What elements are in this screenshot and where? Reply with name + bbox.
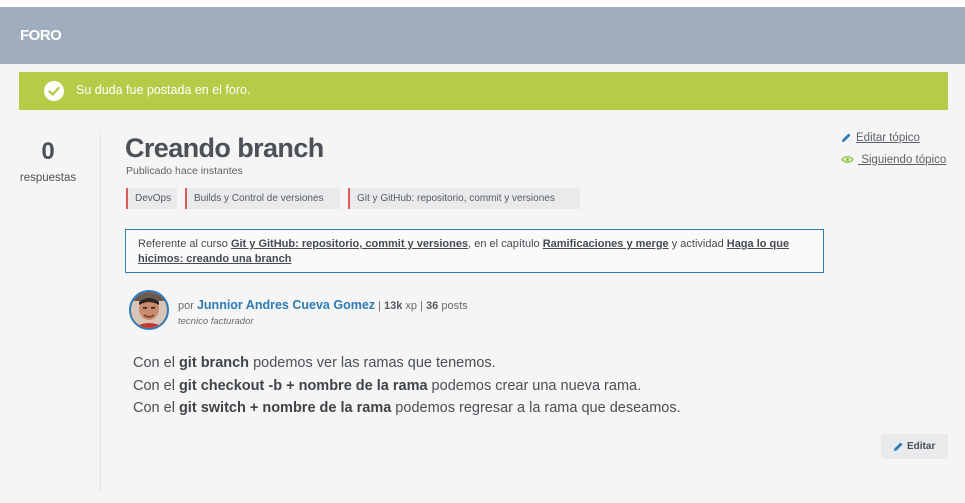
author-xp-unit: xp (402, 300, 418, 312)
text-segment: podemos crear una nueva rama. (427, 377, 642, 394)
author-role: tecnico facturador (178, 316, 254, 327)
pencil-icon (841, 133, 851, 143)
author-posts-value: 36 (426, 300, 439, 312)
chapter-link[interactable]: Ramificaciones y merge (543, 238, 669, 250)
topic-title: Creando branch (125, 133, 324, 163)
reply-count-number: 0 (41, 138, 55, 165)
published-time: Publicado hace instantes (126, 165, 243, 177)
tag-git-github[interactable]: Git y GitHub: repositorio, commit y vers… (348, 188, 580, 209)
command-text: git switch + nombre de la rama (178, 400, 392, 416)
edit-post-button[interactable]: Editar (881, 434, 948, 459)
text-segment: Con el (133, 400, 179, 416)
author-avatar[interactable] (129, 290, 169, 330)
text-segment: Con el (133, 377, 179, 394)
success-alert: Su duda fue postada en el foro. (19, 72, 948, 110)
reply-count-label: respuestas (19, 172, 77, 184)
separator: | (375, 300, 384, 312)
edit-topic-label: Editar tópico (856, 132, 920, 144)
vertical-divider (100, 134, 101, 492)
reference-mid1: , en el capítulo (468, 238, 543, 250)
text-segment: Con el (133, 355, 179, 371)
separator: | (417, 300, 427, 312)
author-name-link[interactable]: Junnior Andres Cueva Gomez (197, 298, 375, 312)
tag-builds[interactable]: Builds y Control de versiones (185, 188, 340, 209)
author-info: por Junnior Andres Cueva Gomez | 13k xp … (178, 298, 468, 312)
edit-topic-link[interactable]: Editar tópico (841, 132, 920, 144)
text-segment: podemos regresar a la rama que deseamos. (391, 400, 681, 416)
reference-mid2: y actividad (668, 238, 727, 250)
following-topic-label: Siguiendo tópico (858, 154, 947, 166)
top-strip (0, 0, 965, 7)
course-reference: Referente al curso Git y GitHub: reposit… (125, 229, 824, 273)
course-link[interactable]: Git y GitHub: repositorio, commit y vers… (231, 238, 468, 250)
post-body: Con el git branch podemos ver las ramas … (133, 352, 681, 420)
command-text: git branch (178, 355, 250, 371)
page-header: FORO (0, 7, 965, 64)
author-prefix: por (178, 300, 197, 312)
reply-count: 0 respuestas (19, 138, 77, 185)
text-segment: podemos ver las ramas que tenemos. (249, 355, 496, 371)
eye-icon (841, 156, 854, 164)
alert-message: Su duda fue postada en el foro. (76, 83, 251, 97)
author-xp-value: 13k (384, 300, 403, 312)
pencil-icon (893, 442, 903, 452)
command-text: git checkout -b + nombre de la rama (178, 377, 428, 394)
check-circle-icon (44, 81, 64, 101)
following-topic-link[interactable]: Siguiendo tópico (841, 154, 946, 166)
edit-post-label: Editar (907, 441, 936, 452)
post-line: Con el git checkout -b + nombre de la ra… (133, 375, 681, 398)
post-line: Con el git switch + nombre de la rama po… (133, 397, 681, 420)
tag-devops[interactable]: DevOps (126, 188, 177, 209)
reference-prefix: Referente al curso (138, 238, 231, 250)
post-line: Con el git branch podemos ver las ramas … (133, 352, 681, 375)
header-title: FORO (20, 27, 62, 44)
author-posts-unit: posts (438, 300, 468, 312)
